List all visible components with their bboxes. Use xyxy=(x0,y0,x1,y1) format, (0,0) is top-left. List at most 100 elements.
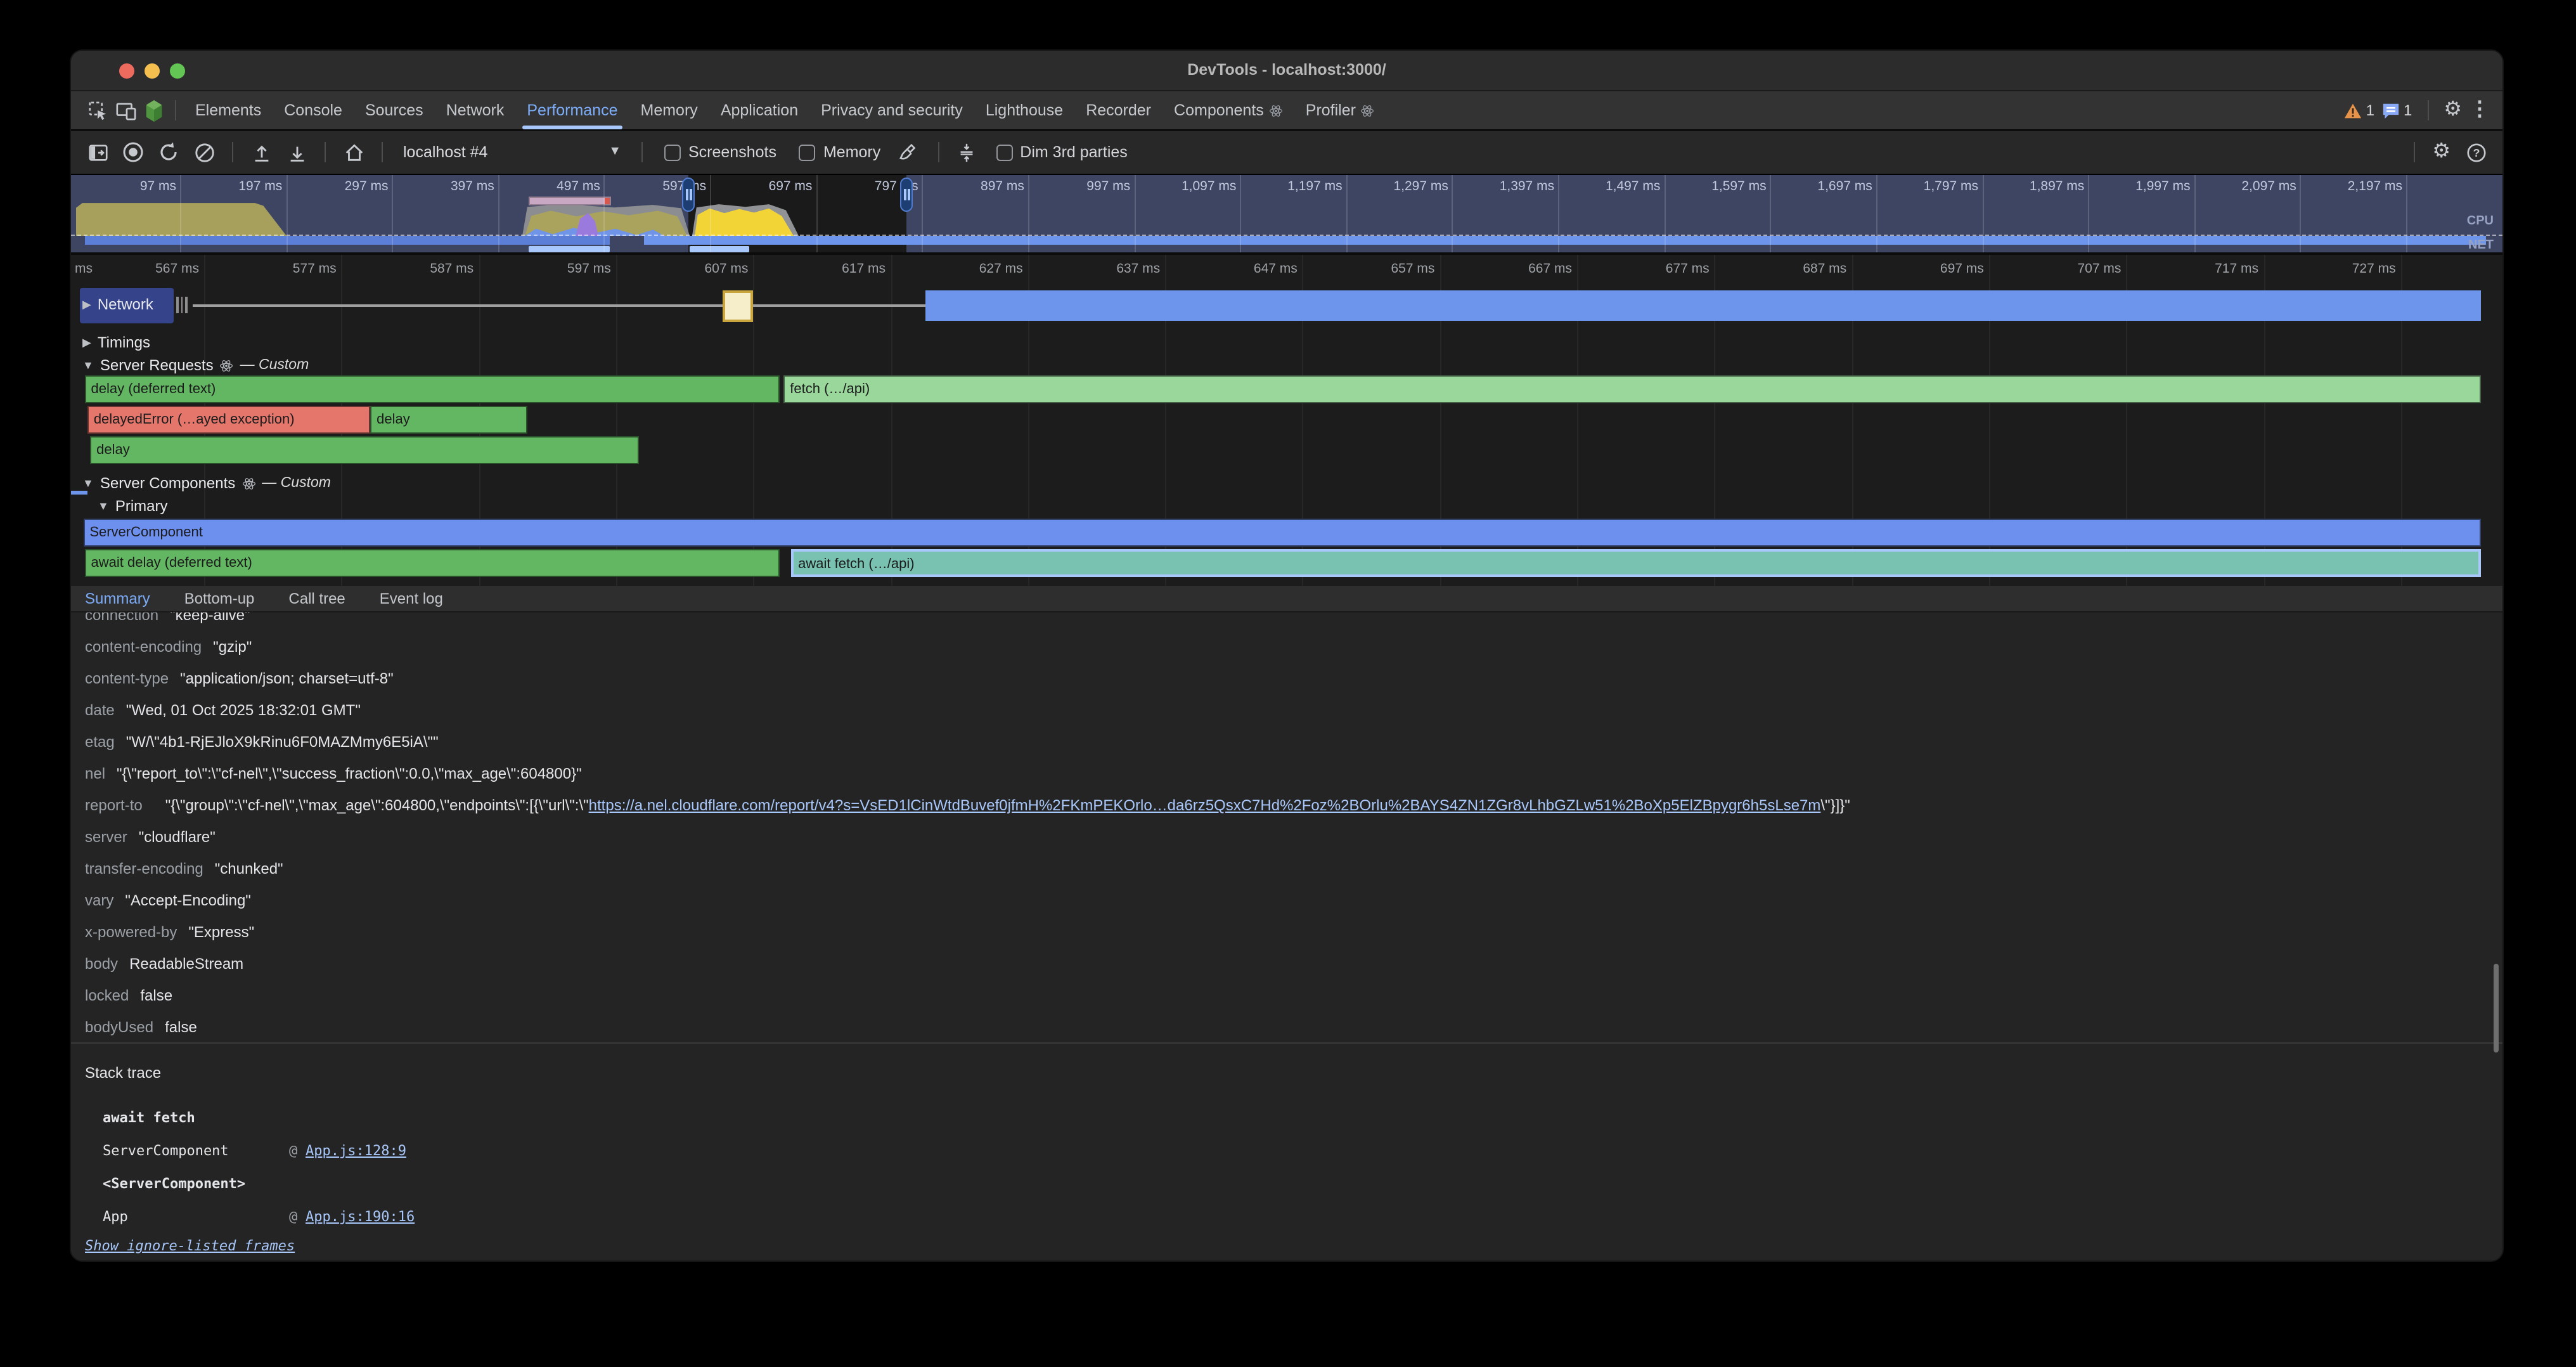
collapse-arrow-icon[interactable]: ▼ xyxy=(82,359,94,372)
collapse-arrow-icon[interactable]: ▼ xyxy=(82,477,94,489)
overview-tick-label: 1,397 ms xyxy=(1444,179,1554,194)
devtools-tab[interactable]: Performance xyxy=(515,91,629,129)
track-server-requests[interactable]: ▼ Server Requests — Custom xyxy=(82,356,309,374)
devtools-tab[interactable]: Network xyxy=(435,91,516,129)
device-toolbar-icon[interactable] xyxy=(112,96,139,124)
report-url-link[interactable]: https://a.nel.cloudflare.com/report/v4?s… xyxy=(589,796,1821,814)
network-request-bar[interactable] xyxy=(723,290,754,322)
frame-name: ServerComponent xyxy=(103,1143,229,1159)
property-row: etag"W/\"4b1-RjEJloX9kRinu6F0MAZMmy6E5iA… xyxy=(71,733,2477,755)
home-icon[interactable] xyxy=(338,137,369,167)
issues-count: 1 xyxy=(2404,101,2412,119)
devtools-tab[interactable]: Profiler xyxy=(1294,91,1386,129)
flame-chart[interactable]: 567 ms 577 ms 587 ms 597 ms 607 ms xyxy=(71,255,2502,586)
track-primary[interactable]: ▼ Primary xyxy=(98,497,168,515)
devtools-tab[interactable]: Application xyxy=(709,91,809,129)
flame-bar[interactable]: ServerComponent xyxy=(83,519,2481,547)
upload-profile-icon[interactable] xyxy=(246,137,276,167)
memory-checkbox[interactable]: Memory xyxy=(799,143,880,161)
overview-tick-label: 1,297 ms xyxy=(1338,179,1448,194)
summary-pane[interactable]: connection"keep-alive" content-encoding"… xyxy=(71,612,2502,1262)
warnings-badge[interactable]: 1 xyxy=(2345,101,2374,119)
screenshots-checkbox[interactable]: Screenshots xyxy=(664,143,776,161)
frame-source-link[interactable]: App.js:128:9 xyxy=(306,1143,406,1159)
divider xyxy=(232,142,233,162)
dim-3rd-parties-checkbox[interactable]: Dim 3rd parties xyxy=(996,143,1128,161)
custom-track-suffix: — Custom xyxy=(240,358,309,373)
flame-bar[interactable]: await fetch (…/api) xyxy=(790,549,2481,577)
desktop: DevTools - localhost:3000/ Elements xyxy=(0,0,2576,1367)
overview-tick-label: 97 ms xyxy=(71,179,176,194)
flame-bar[interactable]: await delay (deferred text) xyxy=(85,549,780,577)
network-request-bar[interactable] xyxy=(925,290,2481,321)
flame-bar[interactable]: fetch (…/api) xyxy=(783,375,2481,403)
devtools-tab[interactable]: Components xyxy=(1162,91,1294,129)
flame-bar[interactable]: delayedError (…ayed exception) xyxy=(87,406,370,434)
dim-3rd-parties-label: Dim 3rd parties xyxy=(1020,143,1128,161)
issues-badge[interactable]: 1 xyxy=(2382,101,2412,119)
download-profile-icon[interactable] xyxy=(281,137,312,167)
flame-bar[interactable]: delay xyxy=(370,406,527,434)
bottom-tab[interactable]: Bottom-up xyxy=(184,586,255,611)
devtools-tabbar: Elements Console Sources xyxy=(71,91,2502,131)
custom-track-suffix: — Custom xyxy=(262,476,331,491)
ruler-tick-label: 717 ms xyxy=(2154,261,2258,276)
settings-gear-icon[interactable]: ⚙ xyxy=(2444,100,2462,120)
help-icon[interactable]: ? xyxy=(2461,137,2491,167)
overview-tick-label: 2,097 ms xyxy=(2186,179,2296,194)
track-timings[interactable]: ▶ Timings xyxy=(82,334,150,351)
summary-scrollbar-thumb[interactable] xyxy=(2494,964,2499,1053)
gc-brush-icon[interactable] xyxy=(894,137,925,167)
inspect-element-icon[interactable] xyxy=(84,96,112,124)
property-value: "cloudflare" xyxy=(139,828,216,846)
tab-label: Lighthouse xyxy=(986,101,1063,119)
divider xyxy=(175,100,176,120)
bottom-tab[interactable]: Event log xyxy=(380,586,443,611)
bottom-tab-label: Event log xyxy=(380,590,443,607)
property-key: server xyxy=(85,828,127,846)
property-key: body xyxy=(85,955,118,973)
react-atom-icon xyxy=(1269,103,1283,117)
overview-tick-label: 1,997 ms xyxy=(2080,179,2191,194)
devtools-tab[interactable]: Elements xyxy=(184,91,273,129)
devtools-tab[interactable]: Sources xyxy=(354,91,435,129)
devtools-tab[interactable]: Recorder xyxy=(1074,91,1162,129)
divider xyxy=(2427,100,2428,120)
ruler-tick-label: 617 ms xyxy=(782,261,886,276)
expand-arrow-icon[interactable]: ▶ xyxy=(82,335,91,349)
toggle-sidebar-icon[interactable] xyxy=(82,137,113,167)
bar-label: delay (deferred text) xyxy=(91,382,216,397)
bar-label: await fetch (…/api) xyxy=(798,557,914,572)
overview-gridline xyxy=(2406,175,2407,252)
network-row[interactable] xyxy=(71,288,2502,323)
devtools-tab[interactable]: Console xyxy=(273,91,354,129)
property-row: transfer-encoding"chunked" xyxy=(71,860,2477,881)
extension-gem-icon[interactable] xyxy=(139,96,167,124)
clear-icon[interactable] xyxy=(189,137,219,167)
property-value: "Accept-Encoding" xyxy=(125,891,251,909)
kebab-menu-icon[interactable]: ⋮ xyxy=(2470,100,2490,120)
bottom-tab[interactable]: Call tree xyxy=(288,586,345,611)
frame-source-link[interactable]: App.js:190:16 xyxy=(306,1208,415,1225)
record-icon[interactable] xyxy=(118,137,148,167)
bottom-tab[interactable]: Summary xyxy=(85,586,150,611)
property-value: "Wed, 01 Oct 2025 18:32:01 GMT" xyxy=(126,701,361,719)
devtools-tab[interactable]: Memory xyxy=(629,91,709,129)
collapse-tracks-icon[interactable] xyxy=(951,137,982,167)
reload-record-icon[interactable] xyxy=(153,137,184,167)
checkbox-box xyxy=(996,144,1012,160)
track-server-components[interactable]: ▼ Server Components — Custom xyxy=(82,474,331,492)
flame-bar[interactable]: delay (deferred text) xyxy=(85,375,780,403)
window-left-handle[interactable] xyxy=(682,178,695,212)
divider xyxy=(325,142,326,162)
collapse-arrow-icon[interactable]: ▼ xyxy=(98,500,109,512)
window-right-handle[interactable] xyxy=(900,178,913,212)
devtools-tab[interactable]: Privacy and security xyxy=(809,91,974,129)
flame-bar[interactable]: delay xyxy=(90,436,640,464)
devtools-tab[interactable]: Lighthouse xyxy=(974,91,1074,129)
history-select[interactable]: localhost #4 ▼ xyxy=(396,137,629,167)
panel-settings-gear-icon[interactable]: ⚙ xyxy=(2432,142,2450,162)
timeline-overview[interactable]: 97 ms 197 ms 297 ms 397 ms 497 ms xyxy=(71,175,2502,255)
show-ignore-listed-link[interactable]: Show ignore-listed frames xyxy=(85,1238,295,1254)
stack-trace-title: Stack trace xyxy=(85,1064,161,1082)
